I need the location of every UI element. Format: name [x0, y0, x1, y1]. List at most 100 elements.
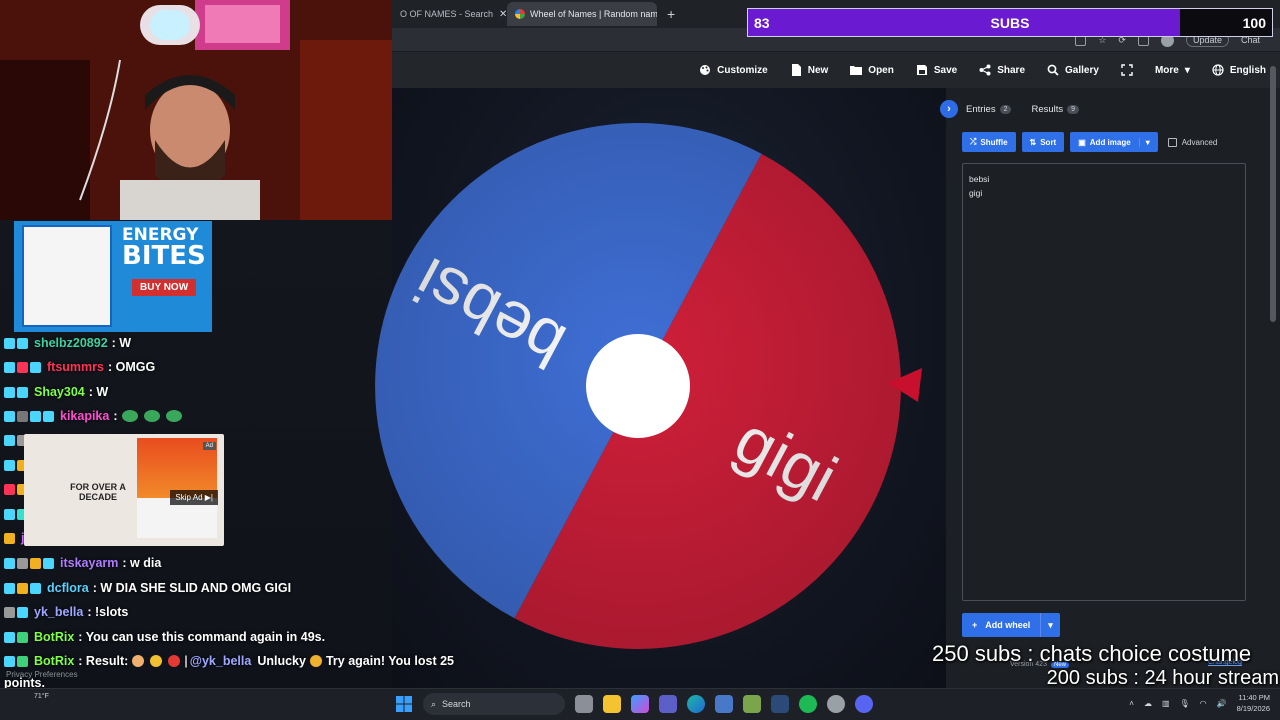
task-view-icon[interactable]	[575, 695, 593, 713]
product-image	[22, 225, 112, 327]
page-scrollbar[interactable]	[1270, 66, 1276, 322]
add-image-label: Add image	[1089, 137, 1131, 147]
chat-badges	[4, 386, 28, 398]
entries-textarea[interactable]: bebsi gigi	[962, 163, 1246, 601]
save-icon	[916, 65, 927, 75]
chat-username[interactable]: dcflora	[47, 581, 89, 595]
network-icon[interactable]: ▥	[1162, 699, 1170, 708]
spotify-icon[interactable]	[799, 695, 817, 713]
windows-start-icon[interactable]	[395, 695, 413, 713]
chat-username[interactable]: yk_bella	[34, 605, 83, 619]
ad-title-line2: BITES	[122, 241, 206, 271]
chevron-down-icon[interactable]: ▾	[1040, 613, 1060, 637]
chat-username[interactable]: BotRix	[34, 654, 74, 668]
chevron-down-icon[interactable]: ▾	[1138, 137, 1150, 147]
more-button[interactable]: More ▾	[1155, 65, 1190, 76]
chat-username[interactable]: itskayarm	[60, 556, 118, 570]
save-button[interactable]: Save	[916, 64, 957, 76]
chat-username[interactable]: BotRix	[34, 630, 74, 644]
collapse-panel-icon[interactable]: ›	[940, 100, 958, 118]
share-button[interactable]: Share	[979, 64, 1025, 76]
chat-badges	[4, 606, 28, 618]
chat-text: : OMGG	[107, 360, 156, 374]
webcam-feed	[0, 0, 392, 220]
buy-now-button[interactable]: BUY NOW	[132, 279, 197, 296]
chat-badges	[4, 410, 54, 422]
open-button[interactable]: Open	[850, 64, 894, 76]
copilot-icon[interactable]	[631, 695, 649, 713]
tab-entries[interactable]: Entries 2	[966, 104, 1012, 115]
checkbox-icon[interactable]	[1167, 137, 1177, 147]
tab-results[interactable]: Results 9	[1031, 103, 1080, 115]
chat-text: : W	[88, 385, 109, 399]
gallery-label: Gallery	[1065, 64, 1099, 76]
add-image-button[interactable]: ▣ Add image ▾	[1070, 132, 1158, 152]
taskbar-clock[interactable]: 11:40 PM 8/19/2026	[1237, 692, 1270, 714]
new-button[interactable]: New	[790, 64, 828, 76]
mic-icon[interactable]: 🎙	[1180, 699, 1190, 708]
energy-bites-ad[interactable]: ENERGY BITES BUY NOW	[14, 221, 212, 332]
close-icon[interactable]: ✕	[493, 9, 507, 20]
app-icon[interactable]	[743, 695, 761, 713]
chat-message: kikapika:	[4, 409, 184, 423]
chat-message: dcflora: W DIA SHE SLID AND OMG GIGI	[4, 581, 291, 595]
chat-badge-icon	[4, 434, 15, 446]
file-explorer-icon[interactable]	[603, 695, 621, 713]
chat-badge-icon	[17, 631, 28, 643]
customize-button[interactable]: Customize	[699, 64, 768, 76]
chat-message: itskayarm: w dia	[4, 556, 161, 570]
video-ad[interactable]: FOR OVER A DECADE Ad Skip Ad ▶|	[24, 434, 224, 546]
chevron-up-icon[interactable]: ˄	[1129, 699, 1134, 708]
tab-wheel-of-names[interactable]: Wheel of Names | Random name pi ✕	[507, 2, 657, 26]
steam-icon[interactable]	[771, 695, 789, 713]
tab-wheel-label: Wheel of Names | Random name pi	[530, 9, 657, 19]
fullscreen-button[interactable]	[1121, 64, 1133, 76]
results-tab-label: Results	[1031, 103, 1064, 115]
search-icon	[1047, 64, 1059, 76]
chat-text: Unlucky	[257, 654, 306, 668]
sort-label: Sort	[1040, 137, 1057, 147]
edge-icon[interactable]	[687, 695, 705, 713]
pepe-emote-icon	[121, 410, 138, 422]
wheel-pointer-icon	[888, 368, 922, 402]
obs-icon[interactable]	[827, 695, 845, 713]
discord-icon[interactable]	[855, 695, 873, 713]
chat-mention[interactable]: @yk_bella	[190, 654, 252, 668]
advanced-checkbox[interactable]: Advanced	[1167, 137, 1217, 147]
skip-ad-button[interactable]: Skip Ad ▶|	[170, 490, 218, 505]
wheel-center-hub[interactable]	[586, 334, 690, 438]
save-label: Save	[933, 64, 958, 76]
thumbs-up-emoji-icon	[150, 655, 163, 667]
chat-badge-icon	[17, 386, 28, 398]
tab-search[interactable]: O OF NAMES - Search ✕	[392, 2, 507, 26]
chat-badge-icon	[17, 361, 28, 373]
taskbar-search[interactable]: ⌕ Search	[423, 693, 565, 715]
sort-button[interactable]: ⇅ Sort	[1021, 132, 1065, 152]
pepe-emote-icon	[165, 410, 182, 422]
add-wheel-button[interactable]: + Add wheel ▾	[962, 613, 1060, 637]
folder-icon	[850, 66, 863, 75]
gallery-button[interactable]: Gallery	[1047, 64, 1099, 76]
cloud-icon[interactable]: ☁	[1144, 699, 1152, 708]
chat-badges	[4, 582, 41, 594]
volume-icon[interactable]: 🔊	[1217, 699, 1227, 708]
chat-username[interactable]: kikapika	[60, 409, 109, 423]
teams-icon[interactable]	[659, 695, 677, 713]
privacy-preferences-link[interactable]: Privacy Preferences	[6, 670, 78, 679]
new-tab-icon[interactable]: +	[657, 6, 685, 22]
store-icon[interactable]	[715, 695, 733, 713]
more-label: More	[1154, 64, 1179, 76]
share-icon	[979, 64, 991, 76]
chat-username[interactable]: ftsummrs	[47, 360, 104, 374]
chat-text: :	[113, 409, 118, 423]
chat-badge-icon	[17, 410, 28, 422]
shuffle-button[interactable]: ⤮ Shuffle	[962, 132, 1016, 152]
language-button[interactable]: English	[1212, 64, 1266, 76]
chat-badges	[4, 361, 41, 373]
wifi-icon[interactable]: ◠	[1200, 699, 1207, 708]
chat-badge-icon	[4, 655, 15, 667]
weather-temp[interactable]: 71°F	[34, 693, 49, 700]
chat-username[interactable]: Shay304	[34, 385, 85, 399]
tab-search-label: O OF NAMES - Search	[400, 9, 494, 19]
chat-username[interactable]: shelbz20892	[34, 336, 108, 350]
